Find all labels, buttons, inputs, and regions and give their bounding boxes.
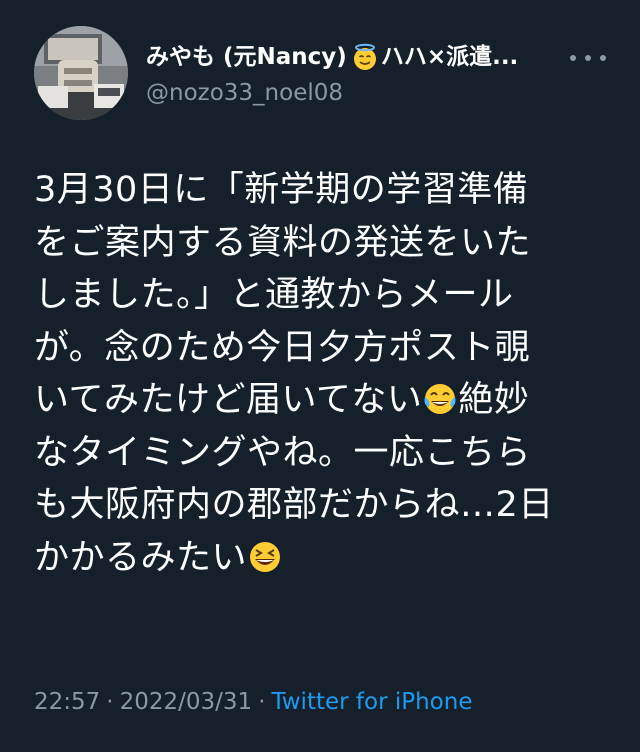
display-name-suffix: ハハ×派遣... — [380, 44, 519, 70]
tweet-line: をご案内する資料の発送をいた — [34, 222, 532, 263]
avatar-photo — [34, 26, 128, 120]
avatar[interactable] — [34, 26, 128, 120]
tweet-date[interactable]: 2022/03/31 — [120, 689, 253, 715]
tweet-line: も大阪府内の郡部だからね…2日 — [34, 485, 554, 525]
tweet-text: 3月30日に「新学期の学習準備 をご案内する資料の発送をいた しました。」と通教… — [34, 164, 606, 584]
display-name-text: みやも (元Nancy) — [146, 44, 347, 70]
tweet-line-text: かかるみたい — [34, 537, 248, 578]
tweet-source-link[interactable]: Twitter for iPhone — [272, 689, 473, 715]
tweet-meta: 22:57 · 2022/03/31 · Twitter for iPhone — [34, 684, 472, 720]
more-options-button[interactable] — [570, 48, 606, 68]
more-dot-icon — [585, 55, 591, 61]
tweet-line: かかるみたい — [34, 532, 606, 585]
meta-separator: · — [106, 689, 114, 715]
author-handle[interactable]: @nozo33_noel08 — [146, 78, 566, 108]
more-dot-icon — [600, 55, 606, 61]
tweet-line: が。念のため今日夕方ポスト覗 — [34, 327, 531, 368]
tweet-detail: みやも (元Nancy) ハハ×派遣... @nozo33_noel08 3月3… — [0, 0, 640, 752]
author-names: みやも (元Nancy) ハハ×派遣... @nozo33_noel08 — [146, 42, 566, 108]
author-display-name[interactable]: みやも (元Nancy) ハハ×派遣... — [146, 42, 566, 72]
tweet-line: 3月30日に「新学期の学習準備 — [34, 170, 529, 210]
smiling-face-with-halo-icon — [353, 43, 376, 70]
meta-separator: · — [258, 689, 266, 715]
tweet-line-text: いてみたけど届いてない — [34, 380, 423, 420]
tweet-line: しました。」と通教からメール — [34, 275, 514, 315]
tweet-line: なタイミングやね。一応こちら — [34, 432, 532, 473]
face-with-tears-of-joy-icon — [424, 384, 456, 414]
more-dot-icon — [570, 55, 576, 61]
tweet-line-text-after: 絶妙 — [458, 380, 530, 420]
tweet-time[interactable]: 22:57 — [34, 689, 100, 715]
grinning-squinting-face-icon — [250, 541, 281, 572]
tweet-line: いてみたけど届いてない 絶妙 — [34, 374, 606, 427]
tweet-header: みやも (元Nancy) ハハ×派遣... @nozo33_noel08 — [34, 26, 614, 122]
